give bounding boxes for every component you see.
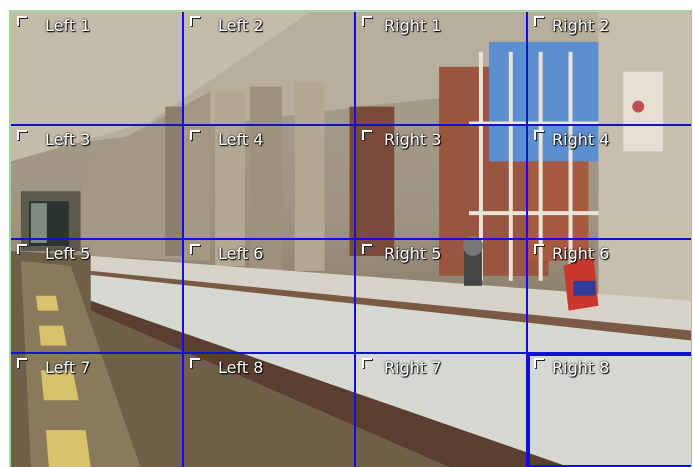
grid-cell-left-6[interactable]: Left 6 — [184, 240, 354, 352]
grid-cell-right-1[interactable]: Right 1 — [356, 12, 526, 124]
corner-bracket-icon — [534, 130, 544, 140]
grid-cell-left-3[interactable]: Left 3 — [11, 126, 182, 238]
corner-bracket-icon — [362, 130, 372, 140]
grid-cell-right-3[interactable]: Right 3 — [356, 126, 526, 238]
grid-cell-right-2[interactable]: Right 2 — [528, 12, 691, 124]
cell-label: Left 3 — [45, 130, 91, 149]
cell-label: Left 5 — [45, 244, 91, 263]
cell-label: Left 7 — [45, 358, 91, 377]
cell-label: Right 4 — [552, 130, 610, 149]
cell-label: Right 3 — [384, 130, 442, 149]
corner-bracket-icon — [362, 244, 372, 254]
corner-bracket-icon — [362, 16, 372, 26]
corner-bracket-icon — [17, 244, 27, 254]
corner-bracket-icon — [17, 130, 27, 140]
cell-label: Left 2 — [218, 16, 264, 35]
cell-label: Right 5 — [384, 244, 442, 263]
grid-cell-left-5[interactable]: Left 5 — [11, 240, 182, 352]
cell-label: Right 7 — [384, 358, 442, 377]
corner-bracket-icon — [534, 358, 544, 368]
grid-cell-right-5[interactable]: Right 5 — [356, 240, 526, 352]
cell-label: Left 8 — [218, 358, 264, 377]
corner-bracket-icon — [190, 16, 200, 26]
photo-frame: Left 1 Left 2 Right 1 Right 2 Left 3 Lef… — [9, 10, 692, 467]
cell-label: Right 8 — [552, 358, 610, 377]
corner-bracket-icon — [534, 16, 544, 26]
grid-cell-right-8[interactable]: Right 8 — [528, 354, 691, 467]
grid-cell-left-7[interactable]: Left 7 — [11, 354, 182, 467]
grid-cell-left-2[interactable]: Left 2 — [184, 12, 354, 124]
grid-cell-left-1[interactable]: Left 1 — [11, 12, 182, 124]
corner-bracket-icon — [17, 358, 27, 368]
corner-bracket-icon — [17, 16, 27, 26]
corner-bracket-icon — [190, 130, 200, 140]
cell-label: Right 2 — [552, 16, 610, 35]
grid-cell-right-6[interactable]: Right 6 — [528, 240, 691, 352]
cell-label: Right 1 — [384, 16, 442, 35]
grid-cell-right-7[interactable]: Right 7 — [356, 354, 526, 467]
corner-bracket-icon — [190, 358, 200, 368]
image-grid-viewer: Left 1 Left 2 Right 1 Right 2 Left 3 Lef… — [0, 0, 693, 467]
grid-cell-left-8[interactable]: Left 8 — [184, 354, 354, 467]
corner-bracket-icon — [362, 358, 372, 368]
cell-label: Left 4 — [218, 130, 264, 149]
cell-label: Left 1 — [45, 16, 91, 35]
corner-bracket-icon — [534, 244, 544, 254]
grid-cell-right-4[interactable]: Right 4 — [528, 126, 691, 238]
grid-cell-left-4[interactable]: Left 4 — [184, 126, 354, 238]
cell-label: Right 6 — [552, 244, 610, 263]
cell-label: Left 6 — [218, 244, 264, 263]
corner-bracket-icon — [190, 244, 200, 254]
